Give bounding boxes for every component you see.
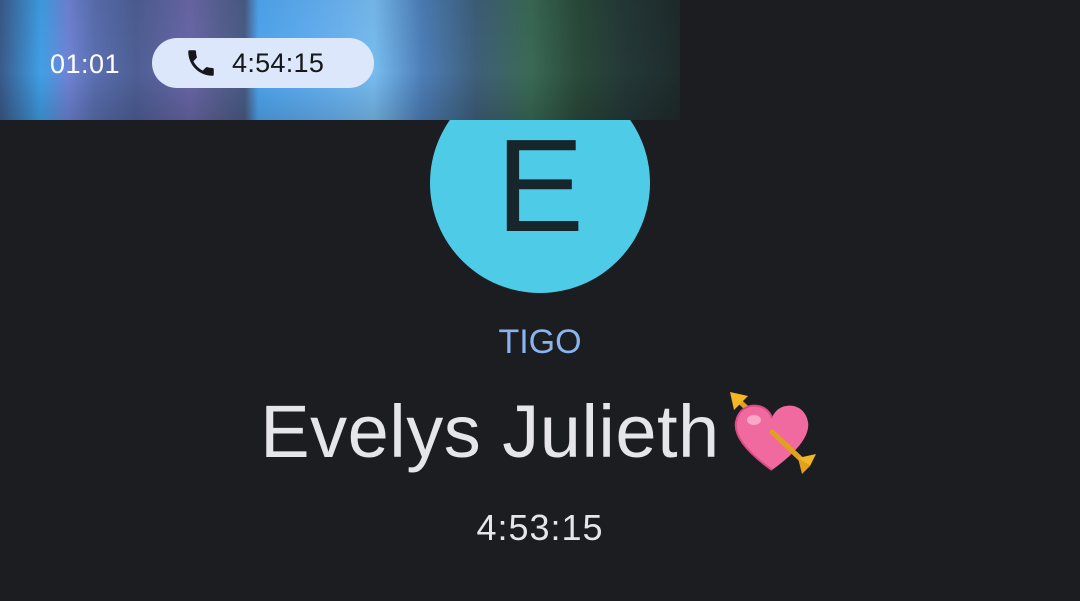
status-bar-time: 01:01 bbox=[50, 49, 121, 79]
heart-with-arrow-icon bbox=[724, 388, 820, 476]
avatar-letter: E bbox=[495, 112, 585, 259]
carrier-label: TIGO bbox=[498, 323, 582, 361]
contact-name: Evelys Julieth bbox=[260, 390, 720, 473]
in-call-screen: E 01:01 4:54:15 TIGO Evelys Julieth 4:53… bbox=[0, 0, 1080, 601]
call-chip-duration: 4:54:15 bbox=[232, 47, 325, 78]
call-duration: 4:53:15 bbox=[476, 507, 604, 548]
ongoing-call-chip[interactable]: 4:54:15 bbox=[152, 38, 374, 88]
contact-name-row: Evelys Julieth bbox=[0, 388, 1080, 476]
phone-icon bbox=[184, 46, 218, 80]
